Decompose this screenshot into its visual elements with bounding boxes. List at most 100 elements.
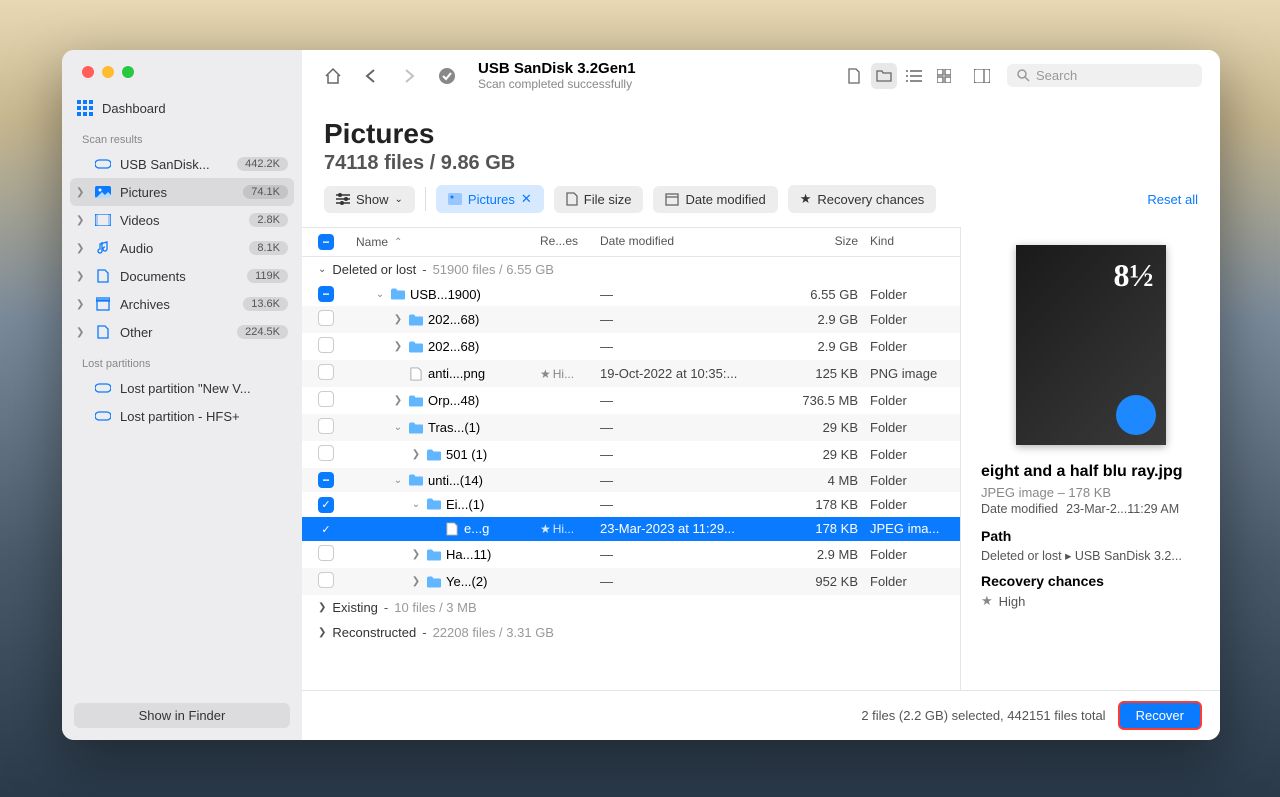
checkbox-partial[interactable]: − — [318, 286, 334, 302]
checkbox-partial[interactable]: − — [318, 472, 334, 488]
chevron-down-icon[interactable]: ⌄ — [410, 499, 422, 510]
reset-all-button[interactable]: Reset all — [1147, 192, 1198, 207]
show-in-finder-button[interactable]: Show in Finder — [74, 703, 290, 728]
checkbox-checked[interactable]: ✓ — [318, 497, 334, 513]
table-row[interactable]: ❯Ha...11)—2.9 MBFolder — [302, 541, 960, 568]
chevron-right-icon[interactable]: ❯ — [76, 243, 86, 254]
star-icon: ★ — [800, 191, 812, 207]
sidebar-item-videos[interactable]: ❯ Videos 2.8K — [62, 206, 302, 234]
th-size[interactable]: Size — [770, 234, 870, 250]
show-filter-button[interactable]: Show ⌄ — [324, 186, 415, 213]
table-row[interactable]: ❯501 (1)—29 KBFolder — [302, 441, 960, 468]
checkbox[interactable] — [318, 337, 334, 353]
group-reconstructed[interactable]: ❯ Reconstructed - 22208 files / 3.31 GB — [302, 620, 960, 645]
chevron-right-icon[interactable]: ❯ — [392, 314, 404, 325]
checkbox-checked[interactable]: ✓ — [318, 521, 334, 537]
chevron-down-icon[interactable]: ⌄ — [318, 264, 326, 275]
chevron-down-icon[interactable]: ⌄ — [392, 475, 404, 486]
sidebar-dashboard[interactable]: Dashboard — [62, 94, 302, 122]
th-name[interactable]: Name⌃ — [352, 234, 540, 250]
forward-button[interactable] — [396, 63, 422, 89]
th-kind[interactable]: Kind — [870, 234, 960, 250]
checkbox[interactable] — [318, 572, 334, 588]
checkbox[interactable] — [318, 545, 334, 561]
chevron-right-icon[interactable]: ❯ — [76, 187, 86, 198]
table-row[interactable]: ⌄Tras...(1)—29 KBFolder — [302, 414, 960, 441]
chevron-down-icon[interactable]: ⌄ — [392, 422, 404, 433]
th-date[interactable]: Date modified — [600, 234, 770, 250]
chevron-down-icon: ⌄ — [395, 194, 403, 205]
sidebar-label: Lost partition "New V... — [120, 381, 288, 396]
maximize-icon[interactable] — [122, 66, 134, 78]
recovery-filter-button[interactable]: ★ Recovery chances — [788, 185, 937, 213]
chevron-right-icon[interactable]: ❯ — [318, 627, 326, 638]
chevron-right-icon[interactable]: ❯ — [76, 271, 86, 282]
preview-panel: eight and a half blu ray.jpg JPEG image … — [960, 227, 1220, 690]
minimize-icon[interactable] — [102, 66, 114, 78]
view-grid-button[interactable] — [931, 63, 957, 89]
file-name: Tras...(1) — [428, 420, 480, 435]
checkbox-master[interactable]: − — [318, 234, 334, 250]
table-row[interactable]: anti....png★Hi...19-Oct-2022 at 10:35:..… — [302, 360, 960, 387]
view-file-button[interactable] — [841, 63, 867, 89]
chevron-right-icon[interactable]: ❯ — [76, 299, 86, 310]
chevron-right-icon[interactable]: ❯ — [392, 341, 404, 352]
pictures-filter-chip[interactable]: Pictures ✕ — [436, 185, 544, 213]
sidebar-item-other[interactable]: ❯ Other 224.5K — [62, 318, 302, 346]
sidebar-item-audio[interactable]: ❯ Audio 8.1K — [62, 234, 302, 262]
checkbox[interactable] — [318, 391, 334, 407]
table-row[interactable]: ❯202...68)—2.9 GBFolder — [302, 306, 960, 333]
videos-icon — [94, 211, 112, 229]
close-icon[interactable] — [82, 66, 94, 78]
sidebar-label: Lost partition - HFS+ — [120, 409, 288, 424]
chevron-right-icon[interactable]: ❯ — [410, 576, 422, 587]
back-button[interactable] — [358, 63, 384, 89]
table-row[interactable]: ❯202...68)—2.9 GBFolder — [302, 333, 960, 360]
chevron-right-icon[interactable]: ❯ — [392, 395, 404, 406]
chevron-right-icon[interactable]: ❯ — [410, 549, 422, 560]
table-row[interactable]: −⌄USB...1900)—6.55 GBFolder — [302, 282, 960, 306]
chevron-right-icon[interactable]: ❯ — [76, 327, 86, 338]
toggle-sidebar-button[interactable] — [969, 63, 995, 89]
table-row[interactable]: ✓e...g★Hi...23-Mar-2023 at 11:29...178 K… — [302, 517, 960, 542]
filesize-filter-button[interactable]: File size — [554, 186, 644, 213]
cell-date: — — [600, 547, 770, 562]
file-name: anti....png — [428, 366, 485, 381]
sidebar-lost-partition-1[interactable]: Lost partition "New V... — [62, 374, 302, 402]
group-deleted[interactable]: ⌄ Deleted or lost - 51900 files / 6.55 G… — [302, 257, 960, 282]
cell-size: 29 KB — [770, 447, 870, 462]
sidebar-item-archives[interactable]: ❯ Archives 13.6K — [62, 290, 302, 318]
table-row[interactable]: ❯Ye...(2)—952 KBFolder — [302, 568, 960, 595]
checkbox[interactable] — [318, 445, 334, 461]
chevron-right-icon[interactable]: ❯ — [76, 215, 86, 226]
chevron-right-icon[interactable]: ❯ — [410, 449, 422, 460]
close-icon[interactable]: ✕ — [521, 191, 532, 207]
th-check[interactable]: − — [302, 234, 352, 250]
checkbox[interactable] — [318, 418, 334, 434]
sidebar-item-usb[interactable]: USB SanDisk... 442.2K — [62, 150, 302, 178]
view-list-button[interactable] — [901, 63, 927, 89]
table-row[interactable]: −⌄unti...(14)—4 MBFolder — [302, 468, 960, 492]
table-body[interactable]: ⌄ Deleted or lost - 51900 files / 6.55 G… — [302, 257, 960, 690]
recover-button[interactable]: Recover — [1118, 701, 1202, 730]
th-recovery[interactable]: Re...es — [540, 234, 600, 250]
datemod-filter-button[interactable]: Date modified — [653, 186, 777, 213]
documents-icon — [94, 267, 112, 285]
table-row[interactable]: ❯Orp...48)—736.5 MBFolder — [302, 387, 960, 414]
main-panel: USB SanDisk 3.2Gen1 Scan completed succe… — [302, 50, 1220, 740]
home-button[interactable] — [320, 63, 346, 89]
search-input[interactable]: Search — [1007, 64, 1202, 87]
checkbox[interactable] — [318, 364, 334, 380]
sidebar-item-documents[interactable]: ❯ Documents 119K — [62, 262, 302, 290]
table-row[interactable]: ✓⌄Ei...(1)—178 KBFolder — [302, 492, 960, 517]
checkbox[interactable] — [318, 310, 334, 326]
subtitle-text: Scan completed successfully — [478, 77, 636, 91]
chevron-down-icon[interactable]: ⌄ — [374, 289, 386, 300]
star-icon: ★ — [540, 367, 551, 381]
count-badge: 119K — [247, 269, 288, 283]
view-folder-button[interactable] — [871, 63, 897, 89]
sidebar-lost-partition-2[interactable]: Lost partition - HFS+ — [62, 402, 302, 430]
group-existing[interactable]: ❯ Existing - 10 files / 3 MB — [302, 595, 960, 620]
sidebar-item-pictures[interactable]: ❯ Pictures 74.1K — [70, 178, 294, 206]
chevron-right-icon[interactable]: ❯ — [318, 602, 326, 613]
